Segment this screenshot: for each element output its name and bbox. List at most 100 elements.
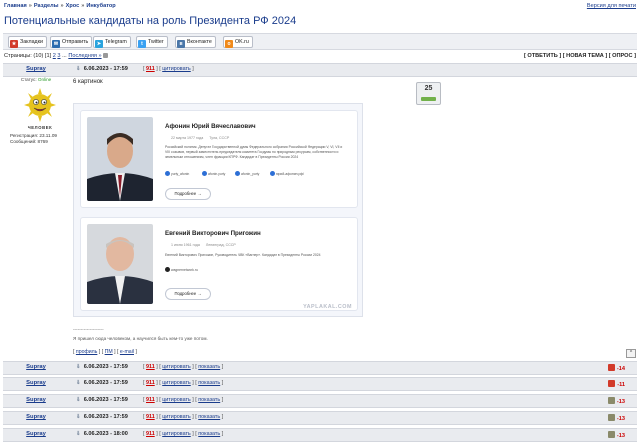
user-links: [ профиль ] [ ПМ ] [ e-mail ]	[73, 349, 137, 355]
reply-score: -14	[616, 366, 625, 372]
breadcrumb: Главная» Разделы» Хрос» Инкубатор	[4, 3, 116, 9]
ok-button[interactable]: о OK.ru	[223, 36, 253, 48]
author-link[interactable]: Supray	[3, 431, 69, 437]
breadcrumb-home[interactable]: Главная	[4, 3, 27, 9]
post-date: 6.06.2023 - 17:59	[83, 414, 128, 420]
pagination: Страницы: (10) [1] 2 3 ... Последняя »	[4, 53, 109, 59]
author-link[interactable]: Supray	[3, 397, 69, 403]
reply-header: Supray ⇓ 6.06.2023 - 17:59[ 911 ] [ цитиро…	[3, 377, 637, 391]
author-link[interactable]: Supray	[3, 414, 69, 420]
reply-header: Supray ⇓ 6.06.2023 - 17:59[ 911 ] [ цитиро…	[3, 411, 637, 425]
post-arrow-icon: ⇓	[76, 380, 81, 386]
pm-link[interactable]: ПМ	[105, 349, 113, 355]
send-button[interactable]: ✉ Отправить	[50, 36, 93, 48]
last-page-link[interactable]: Последняя »	[68, 53, 101, 59]
reply-score: -13	[616, 433, 625, 439]
print-version-link[interactable]: Версия для печати	[587, 3, 636, 9]
twitter-button[interactable]: t Twitter	[136, 36, 168, 48]
reply-number-link[interactable]: 911	[146, 364, 155, 370]
reply-score: -13	[616, 399, 625, 405]
telegram-button[interactable]: ➤ Telegram	[93, 36, 131, 48]
post-arrow-icon: ⇓	[76, 364, 81, 370]
twitter-icon: t	[138, 40, 146, 48]
rating-value: 25	[424, 85, 433, 92]
author-panel: Статус: Online ЧЕЛОВЕК Регистрация: 23.1…	[3, 77, 69, 345]
show-link[interactable]: показать	[198, 414, 220, 420]
author-link[interactable]: Supray	[3, 66, 69, 72]
rating-icon[interactable]	[607, 397, 615, 404]
breadcrumb-sections[interactable]: Разделы	[34, 3, 59, 9]
candidate-photo	[87, 224, 153, 304]
quote-link[interactable]: цитировать	[162, 397, 191, 403]
vk-button[interactable]: в Вконтакте	[175, 36, 216, 48]
email-link[interactable]: e-mail	[120, 349, 134, 355]
reply-score: -13	[616, 416, 625, 422]
bookmark-icon: ★	[10, 40, 18, 48]
profile-link[interactable]: профиль	[76, 349, 97, 355]
post-text: 6 картинок	[73, 79, 103, 85]
reply-header: Supray ⇓ 6.06.2023 - 17:59[ 911 ] [ цитиро…	[3, 394, 637, 408]
rating-box[interactable]: 25	[416, 82, 441, 105]
show-link[interactable]: показать	[198, 380, 220, 386]
post-arrow-icon: ⇓	[76, 431, 81, 437]
rating-icon[interactable]	[607, 414, 615, 421]
quote-link[interactable]: цитировать	[162, 66, 191, 72]
avatar-caption: ЧЕЛОВЕК	[27, 125, 53, 130]
rating-icon[interactable]	[607, 364, 615, 371]
candidate-photo	[87, 117, 153, 201]
candidate-card: Евгений Викторович Пригожин 1 июня 1961 …	[80, 217, 358, 311]
quote-link[interactable]: цитировать	[162, 380, 191, 386]
reply-number-link[interactable]: 911	[146, 66, 155, 72]
mail-icon: ✉	[52, 40, 60, 48]
quote-link[interactable]: цитировать	[162, 431, 191, 437]
reply-number-link[interactable]: 911	[146, 414, 155, 420]
instagram-icon	[165, 171, 170, 176]
post-date: 6.06.2023 - 18:00	[83, 431, 128, 437]
vk-icon: в	[177, 40, 185, 48]
scroll-top-button[interactable]: ^	[626, 349, 636, 358]
author-link[interactable]: Supray	[3, 364, 69, 370]
reply-header: Supray ⇓ 6.06.2023 - 18:00[ 911 ] [ цитиро…	[3, 428, 637, 442]
share-toolbar: ★ Закладки ✉ Отправить ➤ Telegram t Twitter …	[3, 33, 637, 50]
details-button: Подробнее →	[165, 188, 211, 200]
reply-number-link[interactable]: 911	[146, 431, 155, 437]
candidate-name: Евгений Викторович Пригожин	[165, 230, 261, 237]
post-header: Supray ⇓ 6.06.2023 - 17:59 [ 911 ] [ цити…	[3, 63, 637, 77]
reply-score: -11	[617, 382, 625, 388]
show-link[interactable]: показать	[198, 431, 220, 437]
ok-icon: о	[225, 40, 233, 48]
bookmarks-button[interactable]: ★ Закладки	[8, 36, 47, 48]
vk-icon	[202, 171, 207, 176]
rating-icon[interactable]	[607, 431, 615, 438]
quote-link[interactable]: цитировать	[162, 364, 191, 370]
post-arrow-icon: ⇓	[76, 414, 81, 420]
page-jump-icon[interactable]	[103, 53, 109, 58]
telegram-icon: ➤	[95, 40, 103, 48]
avatar[interactable]	[23, 87, 57, 123]
post-date: 6.06.2023 - 17:59	[83, 66, 128, 72]
reply-number-link[interactable]: 911	[146, 397, 155, 403]
breadcrumb-hros[interactable]: Хрос	[66, 3, 80, 9]
globe-icon	[270, 171, 275, 176]
quote-link[interactable]: цитировать	[162, 414, 191, 420]
post-date: 6.06.2023 - 17:59	[83, 364, 128, 370]
rating-bar	[421, 97, 436, 101]
author-link[interactable]: Supray	[3, 380, 69, 386]
candidate-description: Российский политик. Депутат Государствен…	[165, 145, 343, 159]
rating-icon[interactable]	[608, 380, 616, 387]
post-image[interactable]: Афонин Юрий Вячеславович 22 марта 1977 г…	[73, 103, 363, 317]
show-link[interactable]: показать	[198, 397, 220, 403]
page-title: Потенциальные кандидаты на роль Президен…	[4, 15, 297, 27]
breadcrumb-incubator[interactable]: Инкубатор	[86, 3, 115, 9]
topic-actions[interactable]: [ ОТВЕТИТЬ ] [ НОВАЯ ТЕМА ] [ ОПРОС ]	[524, 53, 636, 59]
page-3-link[interactable]: 3	[57, 53, 60, 59]
telegram-icon	[235, 171, 240, 176]
page-2-link[interactable]: 2	[53, 53, 56, 59]
signature: Я пришел сюда человеком, а научился быть…	[73, 336, 208, 341]
reply-header: Supray ⇓ 6.06.2023 - 17:59[ 911 ] [ цитиро…	[3, 361, 637, 375]
show-link[interactable]: показать	[198, 364, 220, 370]
candidate-name: Афонин Юрий Вячеславович	[165, 123, 256, 130]
details-button: Подробнее →	[165, 288, 211, 300]
post-arrow-icon: ⇓	[76, 397, 81, 403]
reply-number-link[interactable]: 911	[146, 380, 155, 386]
